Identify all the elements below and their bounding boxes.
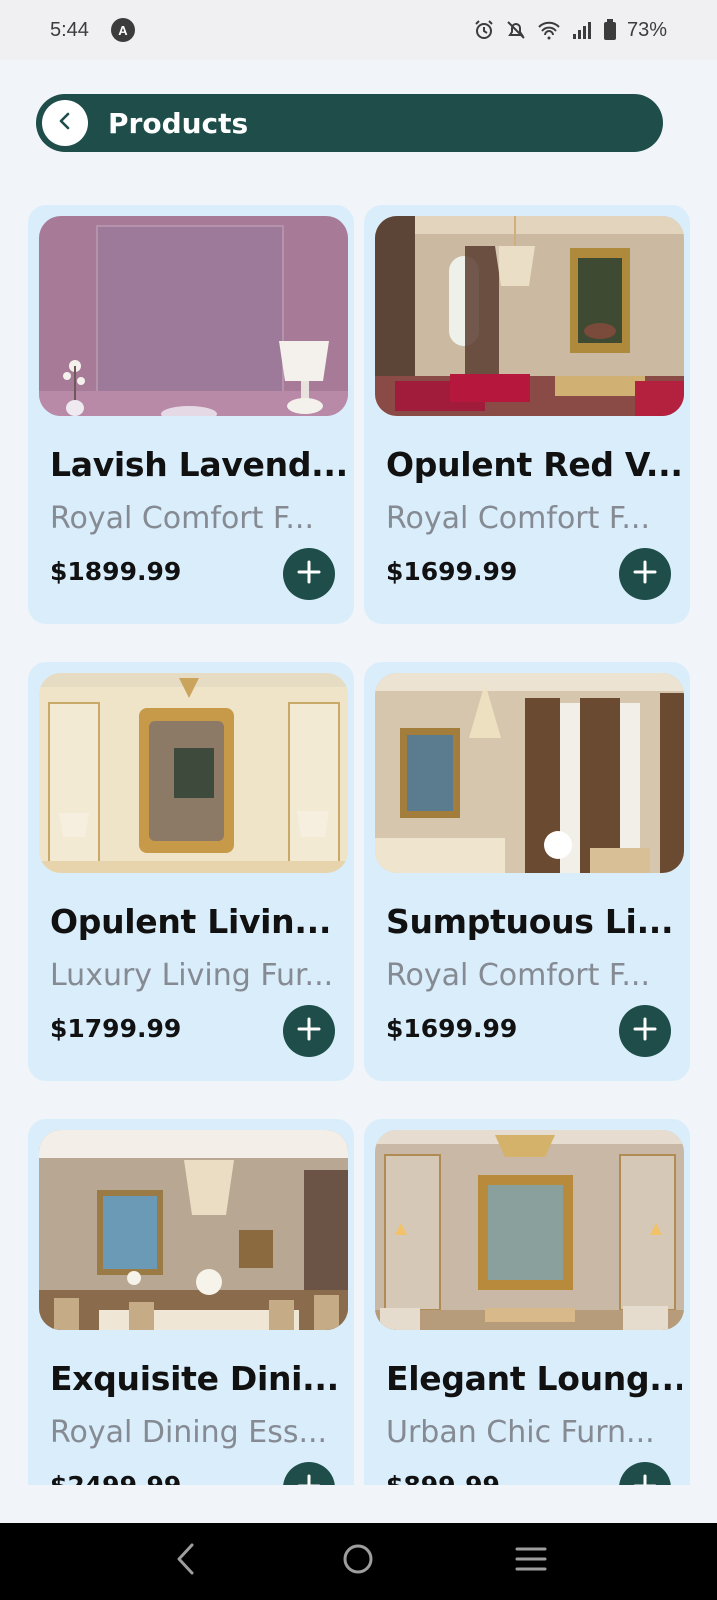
product-brand: Luxury Living Fur... [50, 958, 334, 993]
products-header: Products [36, 94, 663, 152]
product-brand: Royal Comfort F... [50, 501, 314, 536]
product-price: $1699.99 [386, 1014, 518, 1043]
nav-home-button[interactable] [328, 1532, 388, 1592]
product-image [375, 1130, 684, 1330]
plus-icon [296, 1473, 322, 1485]
add-to-cart-button[interactable] [619, 548, 671, 600]
plus-icon [632, 1473, 658, 1485]
product-price: $1699.99 [386, 557, 518, 586]
product-grid: Lavish Lavend... Royal Comfort F... $189… [28, 205, 700, 1485]
product-card[interactable]: Opulent Livin... Luxury Living Fur... $1… [28, 662, 354, 1081]
product-card[interactable]: Lavish Lavend... Royal Comfort F... $189… [28, 205, 354, 624]
app-notification-icon: A [110, 18, 135, 42]
product-title: Opulent Red V... [386, 445, 682, 484]
product-image [375, 673, 684, 873]
product-card[interactable]: Opulent Red V... Royal Comfort F... $169… [364, 205, 690, 624]
plus-icon [632, 1016, 658, 1047]
product-price: $1899.99 [50, 557, 182, 586]
plus-icon [296, 1016, 322, 1047]
nav-recents-button[interactable] [501, 1532, 561, 1592]
plus-icon [632, 559, 658, 590]
product-brand: Urban Chic Furn... [386, 1415, 655, 1450]
wifi-icon [537, 20, 561, 40]
back-button[interactable] [42, 100, 88, 146]
product-price: $2499.99 [50, 1471, 181, 1485]
product-list[interactable]: Lavish Lavend... Royal Comfort F... $189… [0, 160, 717, 1485]
bell-off-icon [505, 19, 527, 41]
chevron-left-icon [54, 110, 76, 137]
alarm-icon [473, 19, 495, 41]
product-price: $1799.99 [50, 1014, 182, 1043]
status-time: 5:44 [50, 18, 89, 41]
product-brand: Royal Comfort F... [386, 501, 650, 536]
product-card[interactable]: Exquisite Dini... Royal Dining Ess... $2… [28, 1119, 354, 1485]
product-title: Elegant Loung... [386, 1359, 682, 1398]
product-title: Sumptuous Li... [386, 902, 674, 941]
product-title: Exquisite Dini... [50, 1359, 339, 1398]
product-title: Opulent Livin... [50, 902, 332, 941]
add-to-cart-button[interactable] [283, 548, 335, 600]
battery-percent: 73% [626, 18, 667, 41]
add-to-cart-button[interactable] [283, 1005, 335, 1057]
product-title: Lavish Lavend... [50, 445, 346, 484]
nav-back-button[interactable] [156, 1532, 216, 1592]
page-title: Products [108, 106, 249, 140]
home-icon [341, 1542, 375, 1581]
product-image [39, 216, 348, 416]
add-to-cart-button[interactable] [619, 1462, 671, 1485]
menu-icon [514, 1545, 548, 1578]
back-icon [174, 1542, 198, 1581]
add-to-cart-button[interactable] [619, 1005, 671, 1057]
product-image [375, 216, 684, 416]
product-card[interactable]: Elegant Loung... Urban Chic Furn... $899… [364, 1119, 690, 1485]
product-brand: Royal Comfort F... [386, 958, 650, 993]
status-icons: 73% [473, 19, 667, 42]
system-nav-bar [0, 1523, 717, 1600]
status-bar: 5:44 A 73% [0, 0, 717, 60]
product-image [39, 1130, 348, 1330]
signal-icon [571, 20, 593, 40]
product-card[interactable]: Sumptuous Li... Royal Comfort F... $1699… [364, 662, 690, 1081]
product-brand: Royal Dining Ess... [50, 1415, 328, 1450]
plus-icon [296, 559, 322, 590]
product-price: $899.99 [386, 1471, 500, 1485]
product-image [39, 673, 348, 873]
add-to-cart-button[interactable] [283, 1462, 335, 1485]
battery-icon [603, 19, 617, 41]
